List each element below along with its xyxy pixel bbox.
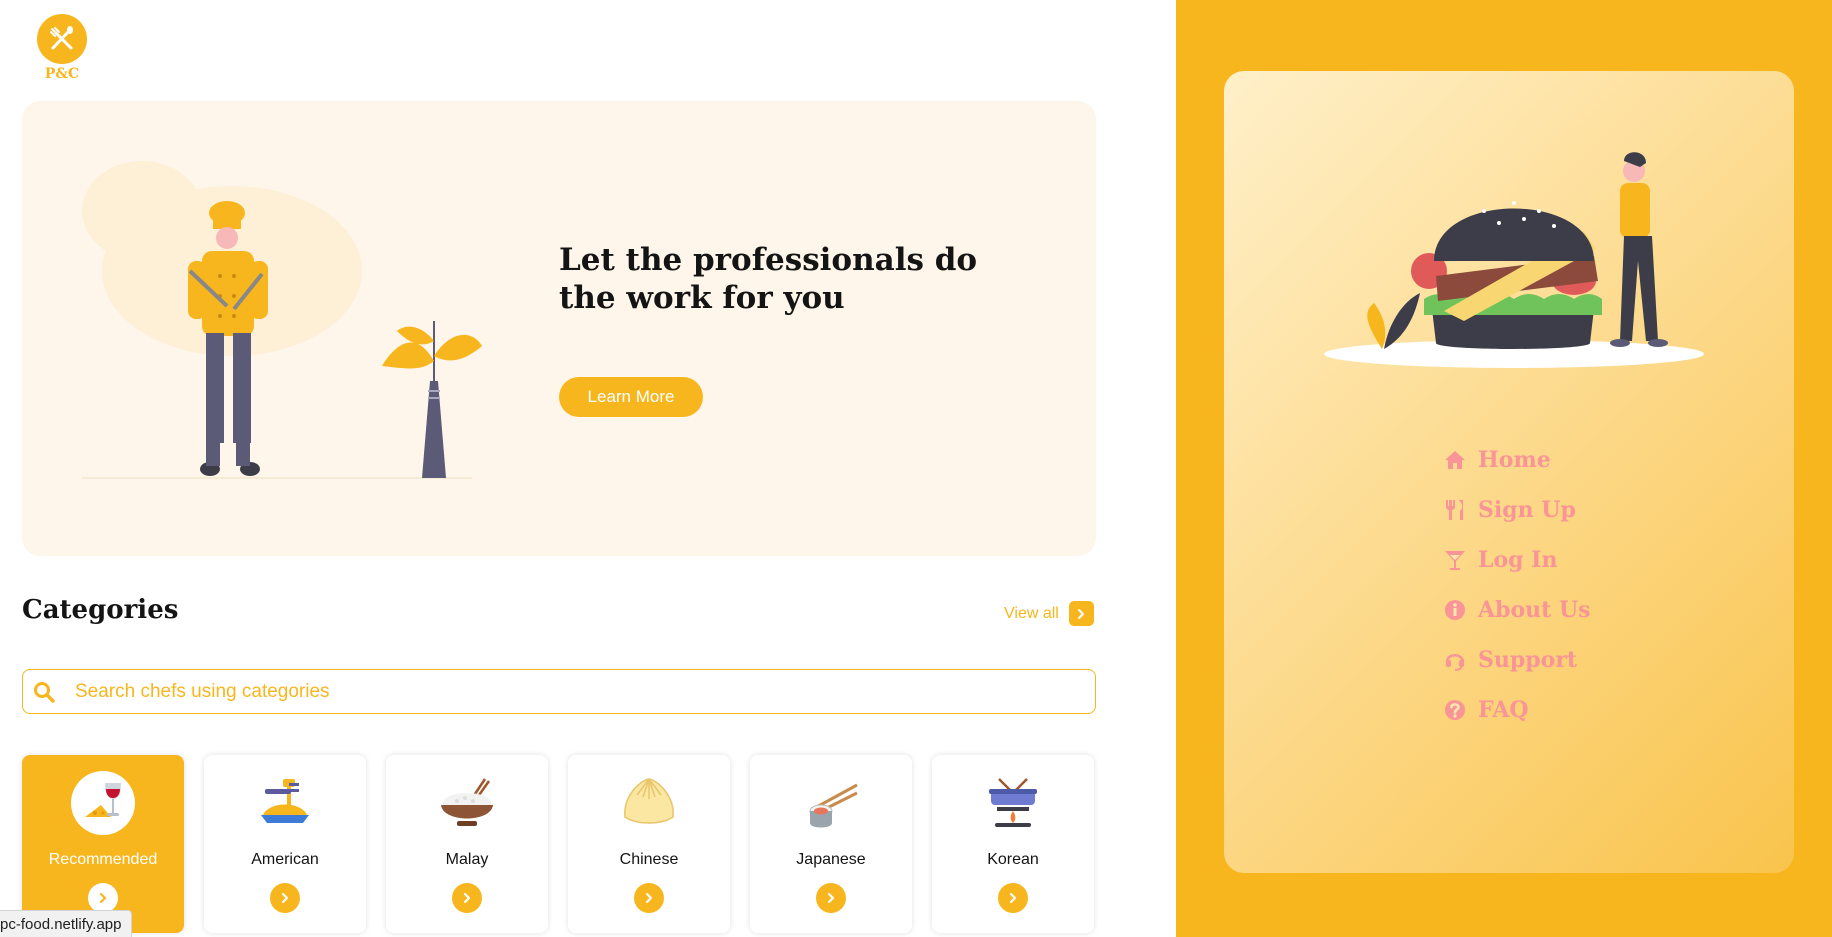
category-label: Malay bbox=[445, 851, 489, 868]
dumpling-icon bbox=[617, 771, 681, 835]
utensils-icon bbox=[1444, 497, 1470, 523]
category-cards: Recommended American Malay Chinese Japan… bbox=[22, 755, 1094, 933]
category-label: Recommended bbox=[48, 851, 158, 868]
nav-item-support[interactable]: Support bbox=[1444, 635, 1591, 685]
category-label: Chinese bbox=[619, 851, 679, 868]
category-card-malay[interactable]: Malay bbox=[386, 755, 548, 933]
nav-item-faq[interactable]: FAQ bbox=[1444, 685, 1591, 735]
hero-title: Let the professionals do the work for yo… bbox=[559, 242, 978, 316]
logo-text: P&C bbox=[44, 66, 80, 82]
chevron-right-icon[interactable] bbox=[270, 883, 300, 913]
category-card-korean[interactable]: Korean bbox=[932, 755, 1094, 933]
hotpot-icon bbox=[981, 771, 1045, 835]
nav-item-label: Log In bbox=[1478, 547, 1558, 573]
category-card-japanese[interactable]: Japanese bbox=[750, 755, 912, 933]
side-panel: Home Sign Up Log In About Us Support FAQ bbox=[1176, 0, 1832, 937]
nav-item-log-in[interactable]: Log In bbox=[1444, 535, 1591, 585]
category-card-american[interactable]: American bbox=[204, 755, 366, 933]
nav-item-label: FAQ bbox=[1478, 697, 1529, 723]
view-all-label: View all bbox=[1004, 604, 1059, 622]
nav-item-label: About Us bbox=[1478, 597, 1591, 623]
spaghetti-fork-icon bbox=[253, 771, 317, 835]
category-card-recommended[interactable]: Recommended bbox=[22, 755, 184, 933]
nav-item-label: Support bbox=[1478, 647, 1578, 673]
chevron-right-icon[interactable] bbox=[1068, 601, 1094, 626]
chevron-right-icon[interactable] bbox=[634, 883, 664, 913]
chevron-right-icon[interactable] bbox=[452, 883, 482, 913]
side-nav: Home Sign Up Log In About Us Support FAQ bbox=[1444, 435, 1591, 735]
category-label: Japanese bbox=[796, 851, 866, 868]
category-label: American bbox=[251, 851, 319, 868]
category-search[interactable] bbox=[22, 669, 1096, 714]
view-all-link[interactable]: View all bbox=[1004, 601, 1094, 626]
nav-item-label: Home bbox=[1478, 447, 1551, 473]
learn-more-button[interactable]: Learn More bbox=[559, 377, 703, 417]
info-icon bbox=[1444, 597, 1470, 623]
chevron-right-icon[interactable] bbox=[998, 883, 1028, 913]
cocktail-icon bbox=[1444, 547, 1470, 573]
categories-title: Categories bbox=[22, 595, 179, 625]
chevron-right-icon[interactable] bbox=[88, 883, 118, 913]
burger-illustration bbox=[1324, 152, 1704, 368]
category-card-chinese[interactable]: Chinese bbox=[568, 755, 730, 933]
nav-item-home[interactable]: Home bbox=[1444, 435, 1591, 485]
nav-item-sign-up[interactable]: Sign Up bbox=[1444, 485, 1591, 535]
status-bar-url: pc-food.netlify.app bbox=[0, 910, 133, 937]
question-icon bbox=[1444, 697, 1470, 723]
chef-illustration bbox=[82, 161, 482, 479]
logo[interactable]: P&C bbox=[37, 14, 87, 82]
search-input[interactable] bbox=[75, 680, 975, 703]
fork-knife-icon bbox=[37, 14, 87, 64]
chevron-right-icon[interactable] bbox=[816, 883, 846, 913]
home-icon bbox=[1444, 447, 1470, 473]
wine-cheese-icon bbox=[71, 771, 135, 835]
sushi-chopsticks-icon bbox=[799, 771, 863, 835]
side-menu-card: Home Sign Up Log In About Us Support FAQ bbox=[1224, 71, 1794, 873]
hero-banner: Let the professionals do the work for yo… bbox=[22, 101, 1096, 556]
rice-bowl-icon bbox=[435, 771, 499, 835]
nav-item-about-us[interactable]: About Us bbox=[1444, 585, 1591, 635]
nav-item-label: Sign Up bbox=[1478, 497, 1576, 523]
category-label: Korean bbox=[987, 851, 1039, 868]
search-icon bbox=[33, 681, 55, 703]
headset-icon bbox=[1444, 647, 1470, 673]
